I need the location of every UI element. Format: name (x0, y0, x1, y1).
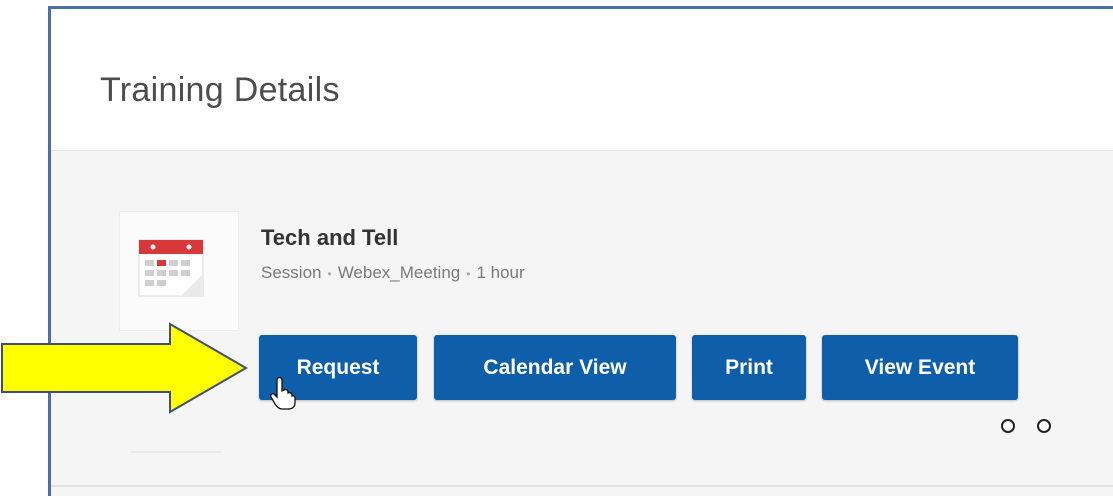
calendar-view-button[interactable]: Calendar View (434, 335, 676, 400)
training-meta: Session • Webex_Meeting • 1 hour (261, 263, 525, 283)
pagination-dot[interactable] (1037, 419, 1051, 433)
calendar-icon (138, 239, 204, 297)
training-title: Tech and Tell (261, 225, 399, 250)
arrow-annotation-icon (1, 322, 248, 414)
divider (51, 485, 1113, 487)
hand-pointer-icon (270, 376, 296, 410)
training-location: Webex_Meeting (337, 263, 461, 282)
page-title: Training Details (100, 71, 340, 109)
training-details-panel: Training Details Tech and Tell Session •… (48, 6, 1113, 496)
training-thumbnail (119, 211, 239, 331)
divider (131, 451, 221, 453)
pagination-dot[interactable] (1001, 419, 1015, 433)
page-header: Training Details (51, 9, 1113, 151)
pagination-dots (1001, 419, 1051, 433)
separator-dot: • (327, 266, 332, 281)
view-event-button[interactable]: View Event (822, 335, 1018, 400)
training-duration: 1 hour (476, 263, 525, 282)
training-type: Session (261, 263, 322, 282)
separator-dot: • (466, 266, 471, 281)
print-button[interactable]: Print (692, 335, 806, 400)
